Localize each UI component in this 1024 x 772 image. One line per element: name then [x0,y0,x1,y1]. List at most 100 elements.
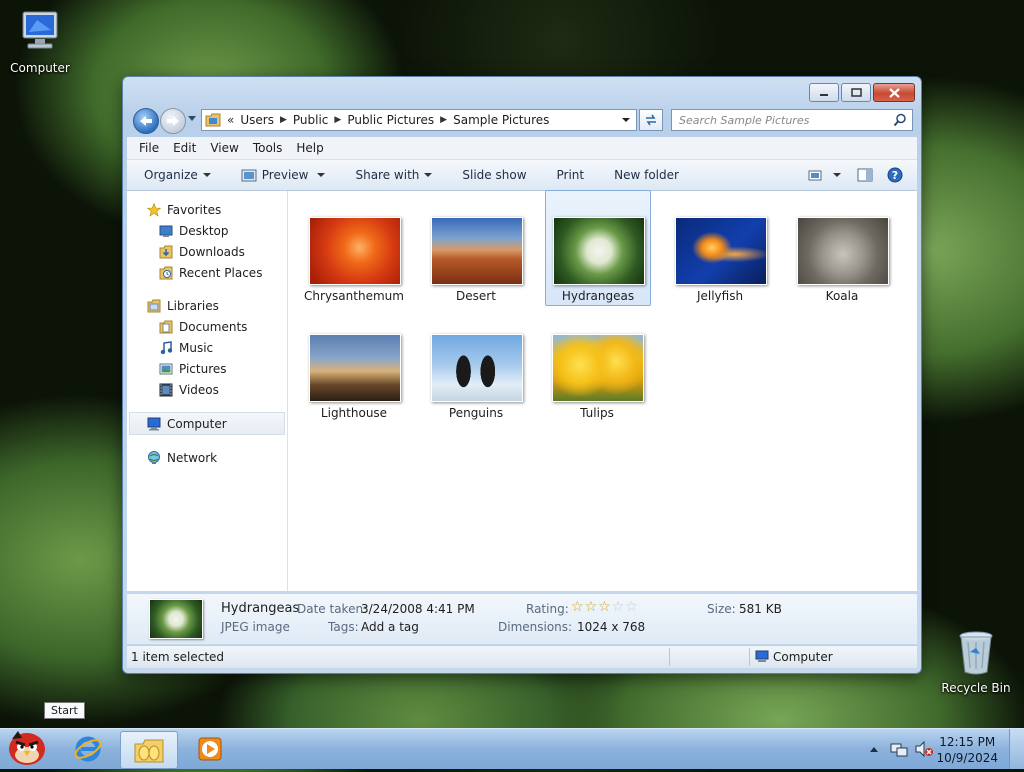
file-item-tulips[interactable]: Tulips [545,308,649,422]
network-icon [148,450,160,464]
desktop-icon-computer[interactable]: Computer [0,8,80,75]
address-row: « Users ▶ Public ▶ Public Pictures ▶ Sam… [131,107,915,134]
breadcrumb-public-pictures[interactable]: Public Pictures [347,113,434,127]
taskbar-windows-explorer[interactable] [120,731,178,769]
breadcrumb-sample-pictures[interactable]: Sample Pictures [453,113,549,127]
star-empty-icon[interactable]: ☆ [612,599,626,615]
change-view-button[interactable] [802,170,847,181]
file-item-hydrangeas[interactable]: Hydrangeas [545,190,651,306]
nav-item-libraries[interactable]: Libraries [127,295,287,316]
new-folder-button[interactable]: New folder [604,168,689,182]
breadcrumb-users[interactable]: Users [240,113,274,127]
show-hidden-icons-icon[interactable] [869,745,879,753]
start-button[interactable] [4,725,50,769]
search-placeholder: Search Sample Pictures [679,113,810,127]
file-item-lighthouse[interactable]: Lighthouse [302,308,406,422]
nav-item-desktop[interactable]: Desktop [127,220,287,241]
file-label: Tulips [580,406,614,420]
desktop-folder-icon [159,225,173,237]
file-item-jellyfish[interactable]: Jellyfish [668,191,772,305]
show-desktop-button[interactable] [1009,729,1024,769]
volume-muted-icon[interactable] [914,740,934,758]
star-icon[interactable]: ☆ [598,599,612,615]
breadcrumb-overflow[interactable]: « [227,113,234,127]
nav-label-music: Music [179,340,214,355]
nav-item-network[interactable]: Network [127,447,287,468]
nav-item-recent-places[interactable]: Recent Places [127,262,287,283]
downloads-folder-icon [159,245,173,258]
close-button[interactable] [873,83,915,102]
print-button[interactable]: Print [547,168,595,182]
file-label: Chrysanthemum [304,289,404,303]
help-icon: ? [887,167,903,183]
file-item-koala[interactable]: Koala [790,191,894,305]
print-label: Print [556,168,585,182]
explorer-window: « Users ▶ Public ▶ Public Pictures ▶ Sam… [122,76,922,674]
music-note-icon [160,340,173,354]
chevron-down-icon [424,173,433,177]
file-label: Penguins [448,406,504,420]
breadcrumb-arrow-icon[interactable]: ▶ [334,115,341,125]
file-label: Hydrangeas [561,289,635,303]
nav-item-videos[interactable]: Videos [127,379,287,400]
clock-time: 12:15 PM [939,735,996,749]
star-icon[interactable]: ☆ [585,599,599,615]
nav-item-documents[interactable]: Documents [127,316,287,337]
rating-stars[interactable]: ☆☆☆☆☆ [571,599,639,615]
back-button[interactable] [133,108,159,134]
menu-tools[interactable]: Tools [246,141,290,155]
organize-button[interactable]: Organize [127,168,221,182]
preview-pane-button[interactable] [847,168,883,182]
taskbar-media-player[interactable] [182,731,238,767]
network-status-icon[interactable] [890,740,908,758]
computer-icon [147,417,161,430]
desktop-icon-recycle-bin[interactable]: Recycle Bin [936,628,1016,695]
search-icon[interactable] [893,113,907,127]
nav-item-favorites[interactable]: Favorites [127,199,287,220]
libraries-icon [147,299,161,312]
nav-item-music[interactable]: Music [127,337,287,358]
videos-icon [159,383,173,396]
menu-edit[interactable]: Edit [166,141,203,155]
file-item-chrysanthemum[interactable]: Chrysanthemum [302,191,406,305]
nav-item-pictures[interactable]: Pictures [127,358,287,379]
breadcrumb-arrow-icon[interactable]: ▶ [440,115,447,125]
breadcrumb-public[interactable]: Public [293,113,329,127]
pictures-folder-icon [205,113,221,127]
details-thumbnail [149,599,203,639]
thumbnail-koala [797,217,889,285]
clock[interactable]: 12:15 PM 10/9/2024 [936,734,998,766]
refresh-button[interactable] [639,109,663,131]
slideshow-button[interactable]: Slide show [452,168,536,182]
nav-label-pictures: Pictures [179,361,227,376]
menu-file[interactable]: File [127,141,166,155]
new-folder-label: New folder [614,168,679,182]
status-selection-count: 1 item selected [131,650,225,664]
details-date-value[interactable]: 3/24/2008 4:41 PM [361,602,475,616]
menu-help[interactable]: Help [289,141,330,155]
internet-explorer-icon [74,736,102,762]
file-item-desert[interactable]: Desert [424,191,528,305]
libraries-folder-icon [134,739,164,763]
minimize-button[interactable] [809,83,839,102]
forward-button[interactable] [160,108,186,134]
chevron-down-icon [317,173,326,177]
nav-item-downloads[interactable]: Downloads [127,241,287,262]
star-icon[interactable]: ☆ [571,599,585,615]
share-with-button[interactable]: Share with [345,168,442,182]
address-bar[interactable]: « Users ▶ Public ▶ Public Pictures ▶ Sam… [201,109,637,131]
breadcrumb-arrow-icon[interactable]: ▶ [280,115,287,125]
menu-view[interactable]: View [203,141,245,155]
address-history-dropdown-icon[interactable] [622,118,630,122]
help-button[interactable]: ? [883,167,917,183]
preview-button[interactable]: Preview [231,168,336,182]
details-date-label: Date taken: [297,602,368,616]
maximize-button[interactable] [841,83,871,102]
recent-pages-dropdown[interactable] [188,116,196,121]
details-tags-value[interactable]: Add a tag [361,620,419,634]
star-empty-icon[interactable]: ☆ [625,599,639,615]
nav-item-computer[interactable]: Computer [129,412,285,435]
taskbar-internet-explorer[interactable] [60,731,116,767]
search-input[interactable]: Search Sample Pictures [671,109,913,131]
file-item-penguins[interactable]: Penguins [424,308,528,422]
